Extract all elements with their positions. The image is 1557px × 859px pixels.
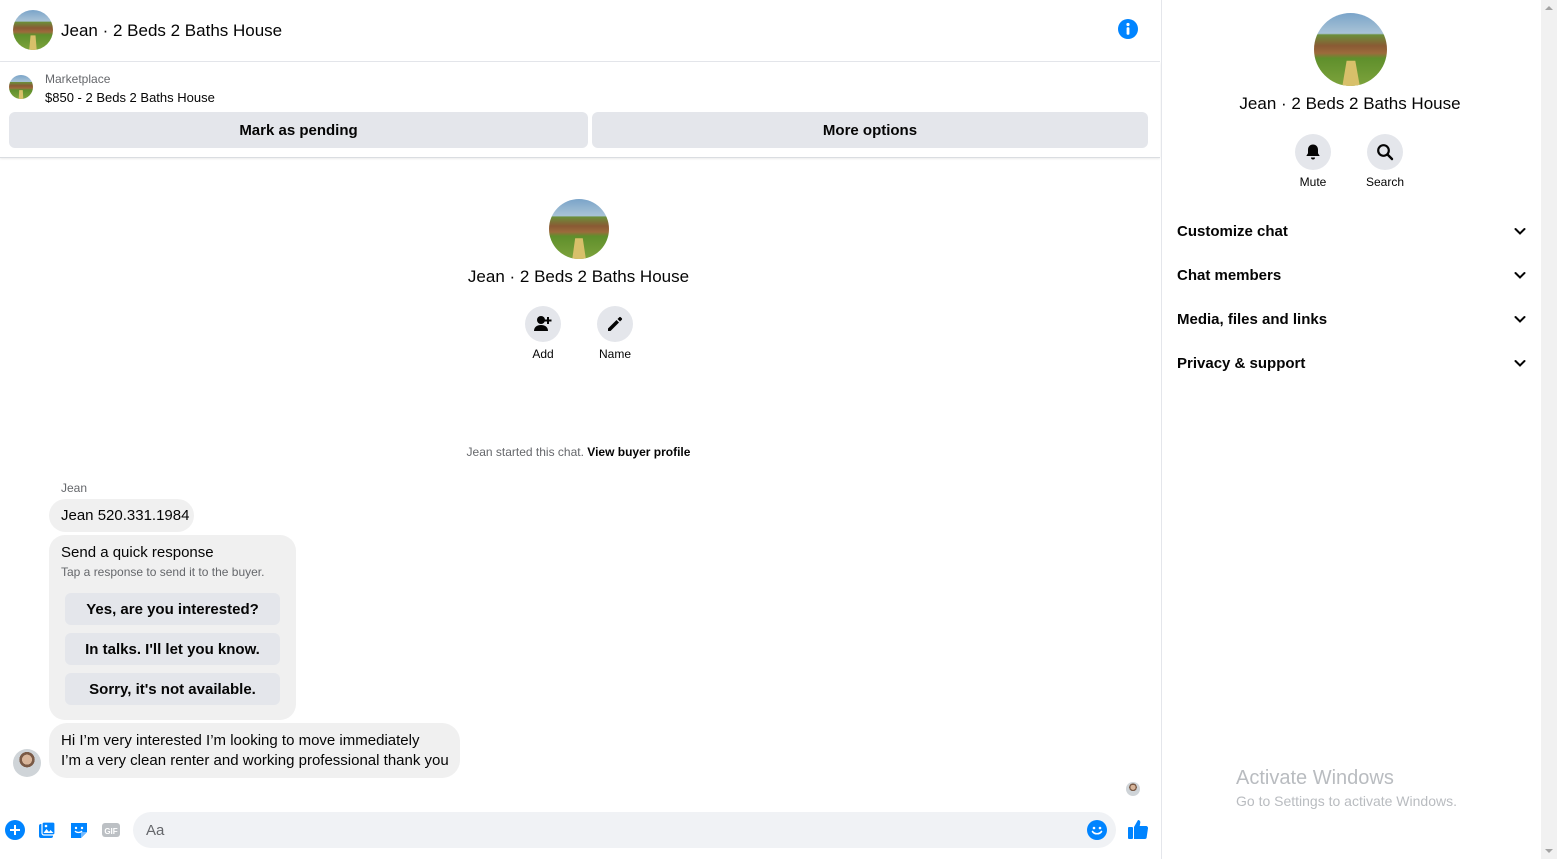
section-label: Customize chat [1177,222,1288,240]
sender-name: Jean [61,481,88,495]
message-bubble[interactable]: Hi I’m very interested I’m looking to mo… [49,723,460,778]
intro-title: Jean · 2 Beds 2 Baths House [467,267,690,286]
info-icon[interactable] [1117,18,1139,40]
read-receipt-avatar [1126,782,1140,796]
privacy-support-section[interactable]: Privacy & support [1177,348,1527,378]
quick-response-card: Send a quick response Tap a response to … [49,535,296,720]
activate-windows-title: Activate Windows [1236,767,1394,789]
chevron-down-icon [1514,360,1526,367]
media-files-links-section[interactable]: Media, files and links [1177,304,1527,334]
chevron-down-icon [1514,272,1526,279]
scroll-up-icon [1545,6,1553,10]
scroll-down-icon [1545,849,1553,853]
bell-icon [1306,144,1320,160]
section-label: Media, files and links [1177,310,1328,328]
message-text-line: Hi I’m very interested I’m looking to mo… [61,732,420,749]
listing-bar: Marketplace $850 - 2 Beds 2 Baths House … [0,62,1160,158]
quick-response-title: Send a quick response [61,544,214,561]
customize-chat-section[interactable]: Customize chat [1177,216,1527,246]
composer-bar: GIF Aa [0,808,1160,852]
page-scrollbar[interactable] [1541,0,1557,859]
message-text-line: I’m a very clean renter and working prof… [61,752,449,769]
svg-text:GIF: GIF [104,827,117,836]
quick-response-in-talks-button[interactable]: In talks. I'll let you know. [65,633,280,665]
name-label: Name [598,347,631,361]
message-text: Jean 520.331.1984 [61,507,190,524]
chat-started-text: Jean started this chat. [466,445,584,459]
search-icon [1377,144,1394,161]
chat-members-section[interactable]: Chat members [1177,260,1527,290]
section-label: Chat members [1177,266,1282,284]
message-input[interactable]: Aa [133,812,1116,848]
conversation-title[interactable]: Jean · 2 Beds 2 Baths House [61,21,282,41]
search-label: Search [1365,175,1405,189]
conversation-header: Jean · 2 Beds 2 Baths House [0,0,1160,62]
quick-response-yes-button[interactable]: Yes, are you interested? [65,593,280,625]
listing-title[interactable]: $850 - 2 Beds 2 Baths House [45,90,215,105]
thumbs-up-icon[interactable] [1127,818,1149,845]
pencil-icon [608,316,623,331]
more-actions-icon[interactable] [5,820,25,845]
mute-button[interactable] [1295,134,1331,170]
mute-label: Mute [1299,175,1327,189]
section-label: Privacy & support [1177,354,1306,372]
intro-avatar[interactable] [549,199,609,259]
sender-avatar[interactable] [13,749,41,777]
chevron-down-icon [1514,316,1526,323]
sticker-icon[interactable] [69,820,89,845]
chevron-down-icon [1514,228,1526,235]
quick-response-subtitle: Tap a response to send it to the buyer. [61,565,265,579]
mark-as-pending-button[interactable]: Mark as pending [9,112,588,148]
add-label: Add [532,347,554,361]
attach-photo-icon[interactable] [37,820,57,845]
sidebar-avatar[interactable] [1314,13,1387,86]
search-button[interactable] [1367,134,1403,170]
add-person-icon [534,316,552,331]
name-chat-button[interactable] [597,306,633,342]
view-buyer-profile-link[interactable]: View buyer profile [587,445,690,459]
chat-started-note: Jean started this chat. View buyer profi… [380,445,777,459]
emoji-icon[interactable] [1087,820,1107,845]
gif-icon[interactable]: GIF [101,820,121,845]
add-people-button[interactable] [525,306,561,342]
conversation-avatar[interactable] [13,10,53,50]
message-input-placeholder: Aa [146,822,165,839]
conversation-details-panel [1161,0,1541,859]
more-options-button[interactable]: More options [592,112,1148,148]
quick-response-not-available-button[interactable]: Sorry, it's not available. [65,673,280,705]
listing-source: Marketplace [45,72,111,86]
message-bubble[interactable]: Jean 520.331.1984 [49,499,194,532]
sidebar-title: Jean · 2 Beds 2 Baths House [1239,94,1461,113]
activate-windows-subtitle: Go to Settings to activate Windows. [1236,793,1457,809]
listing-thumbnail[interactable] [9,75,33,99]
